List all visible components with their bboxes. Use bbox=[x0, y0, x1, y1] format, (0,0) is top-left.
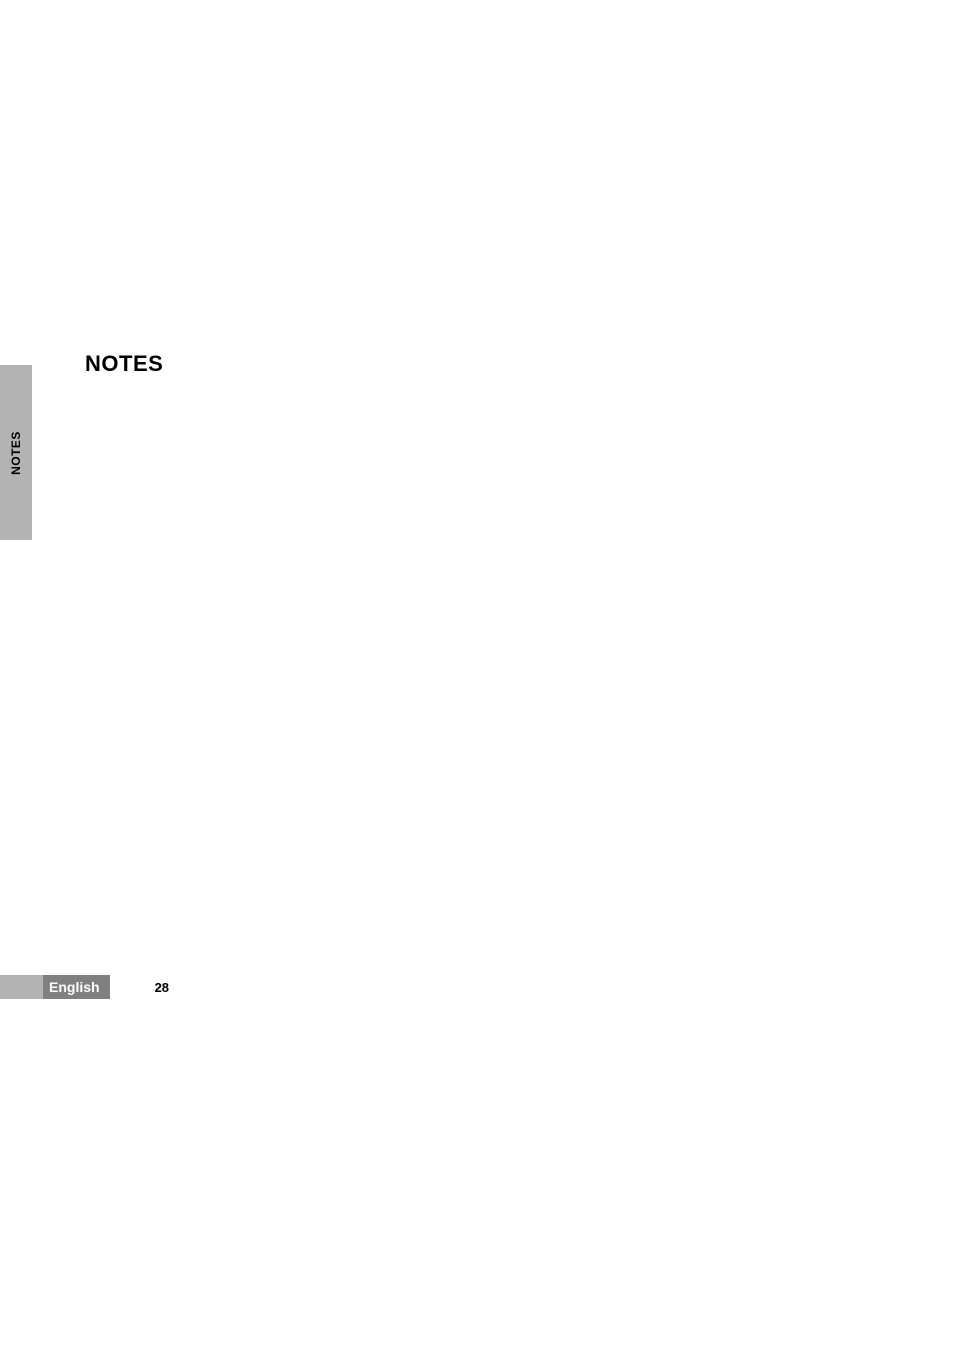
page-number: 28 bbox=[155, 980, 169, 995]
sidebar-tab: NOTES bbox=[0, 365, 32, 540]
sidebar-tab-label: NOTES bbox=[9, 431, 23, 475]
footer-language-label: English bbox=[43, 975, 110, 999]
footer-bar: English 28 bbox=[0, 975, 169, 999]
footer-accent-prefix bbox=[0, 975, 43, 999]
page-title: NOTES bbox=[85, 351, 163, 377]
